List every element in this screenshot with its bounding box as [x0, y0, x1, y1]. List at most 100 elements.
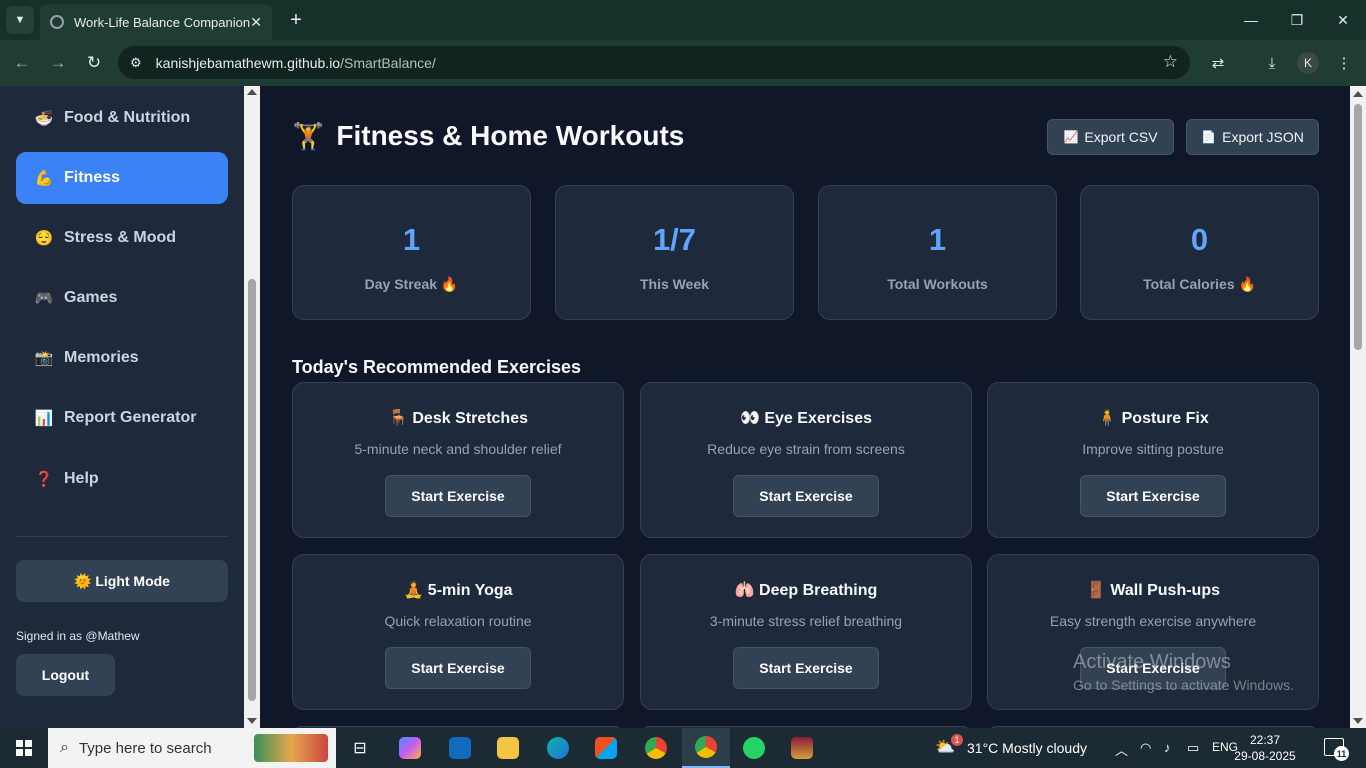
- sidebar-item-report-generator[interactable]: 📊 Report Generator: [16, 392, 228, 444]
- clock[interactable]: 22:37 29-08-2025: [1230, 732, 1300, 764]
- weather-badge: 1: [951, 734, 963, 746]
- sidebar-item-fitness[interactable]: 💪 Fitness: [16, 152, 228, 204]
- exercise-card-eye-exercises: 👀 Eye Exercises Reduce eye strain from s…: [640, 382, 972, 538]
- translate-icon[interactable]: ⇄: [1204, 49, 1232, 77]
- volume-icon[interactable]: ♪: [1164, 740, 1171, 755]
- browser-tab[interactable]: Work-Life Balance Companion ✕: [40, 4, 272, 40]
- file-explorer-icon[interactable]: [484, 728, 532, 768]
- site-info-icon[interactable]: ⚙: [130, 55, 142, 71]
- stat-card-this-week: 1/7 This Week: [555, 185, 794, 320]
- stat-label: Total Calories 🔥: [1143, 276, 1256, 292]
- export-json-label: Export JSON: [1222, 129, 1304, 145]
- main-content: 🏋️ Fitness & Home Workouts 📈 Export CSV …: [260, 86, 1350, 728]
- exercise-card-deep-breathing: 🫁 Deep Breathing 3-minute stress relief …: [640, 554, 972, 710]
- sidebar-item-label: Fitness: [64, 169, 121, 186]
- back-icon[interactable]: ←: [8, 49, 36, 77]
- microsoft-store-icon[interactable]: [582, 728, 630, 768]
- sidebar-item-help[interactable]: ❓ Help: [16, 453, 228, 505]
- exercise-description: 5-minute neck and shoulder relief: [354, 441, 562, 457]
- network-icon[interactable]: ◠: [1140, 740, 1151, 756]
- export-csv-label: Export CSV: [1084, 129, 1158, 145]
- url-host: kanishjebamathewm.github.io: [155, 54, 341, 71]
- sidebar-item-label: Report Generator: [64, 409, 197, 426]
- sidebar-item-label: Stress & Mood: [64, 229, 177, 246]
- chevron-up-icon[interactable]: ︿: [1115, 740, 1128, 759]
- search-placeholder: Type here to search: [78, 739, 212, 757]
- chrome-profile-icon[interactable]: [682, 728, 730, 768]
- address-toolbar: ← → ↻ ⚙ kanishjebamathewm.github.io/Smar…: [0, 40, 1366, 86]
- exercise-card-posture-fix: 🧍 Posture Fix Improve sitting posture St…: [987, 382, 1319, 538]
- edge-icon[interactable]: [534, 728, 582, 768]
- scroll-up-arrow-icon[interactable]: [1353, 91, 1363, 97]
- copilot-icon[interactable]: [386, 728, 434, 768]
- stat-label: Day Streak 🔥: [364, 276, 459, 292]
- clock-time: 22:37: [1249, 733, 1281, 747]
- exercise-title: 👀 Eye Exercises: [739, 410, 872, 427]
- start-exercise-button[interactable]: Start Exercise: [1080, 475, 1226, 517]
- gamepad-icon: 🎮: [34, 290, 54, 307]
- close-icon[interactable]: ✕: [250, 14, 262, 31]
- notification-count-badge: 11: [1334, 746, 1349, 761]
- exercise-title: 🧘 5-min Yoga: [403, 582, 513, 599]
- windows-logo-icon: [16, 740, 32, 756]
- exercise-description: 3-minute stress relief breathing: [709, 613, 903, 629]
- restore-icon[interactable]: ❐: [1274, 0, 1320, 40]
- bar-chart-icon: 📊: [34, 410, 54, 427]
- bookmark-star-icon[interactable]: ☆: [1163, 52, 1178, 72]
- export-json-button[interactable]: 📄 Export JSON: [1186, 119, 1319, 155]
- sidebar-item-games[interactable]: 🎮 Games: [16, 272, 228, 324]
- download-icon[interactable]: ⤓: [1258, 49, 1286, 77]
- stat-value: 0: [1190, 222, 1209, 257]
- windows-start-button[interactable]: [0, 728, 48, 768]
- scroll-down-arrow-icon[interactable]: [247, 718, 257, 724]
- sidebar: 🍜 Food & Nutrition 💪 Fitness 😌 Stress & …: [0, 86, 244, 728]
- url-bar[interactable]: ⚙ kanishjebamathewm.github.io/SmartBalan…: [118, 46, 1190, 79]
- sidebar-item-stress-mood[interactable]: 😌 Stress & Mood: [16, 212, 228, 264]
- export-csv-button[interactable]: 📈 Export CSV: [1047, 119, 1174, 155]
- stat-value: 1/7: [652, 222, 697, 257]
- scrollbar-thumb[interactable]: [248, 279, 256, 701]
- tab-search-icon[interactable]: ▼: [6, 6, 34, 34]
- exercise-description: Reduce eye strain from screens: [707, 441, 905, 457]
- exercise-description: Quick relaxation routine: [384, 613, 532, 629]
- window-close-icon[interactable]: ✕: [1320, 0, 1366, 40]
- minimize-icon[interactable]: —: [1228, 0, 1274, 40]
- page-title-text: Fitness & Home Workouts: [336, 120, 685, 151]
- activation-watermark-title: Activate Windows: [1073, 651, 1231, 673]
- whatsapp-icon[interactable]: [730, 728, 778, 768]
- logout-button[interactable]: Logout: [16, 654, 115, 696]
- winrar-icon[interactable]: [778, 728, 826, 768]
- scrollbar-thumb[interactable]: [1354, 104, 1362, 350]
- sidebar-item-memories[interactable]: 📸 Memories: [16, 332, 228, 384]
- reload-icon[interactable]: ↻: [80, 49, 108, 77]
- start-exercise-button[interactable]: Start Exercise: [385, 647, 531, 689]
- new-tab-button[interactable]: +: [282, 6, 310, 34]
- start-exercise-button[interactable]: Start Exercise: [733, 647, 879, 689]
- battery-icon[interactable]: ▭: [1187, 740, 1199, 756]
- start-exercise-button[interactable]: Start Exercise: [385, 475, 531, 517]
- weather-text[interactable]: 31°C Mostly cloudy: [967, 740, 1087, 756]
- food-icon: 🍜: [34, 110, 54, 127]
- exercise-title: 🧍 Posture Fix: [1097, 410, 1209, 427]
- chrome-icon[interactable]: [632, 728, 680, 768]
- start-exercise-button[interactable]: Start Exercise: [733, 475, 879, 517]
- taskbar-search[interactable]: ⌕ Type here to search: [48, 728, 336, 768]
- task-view-icon[interactable]: ⊟: [336, 728, 384, 768]
- outlook-icon[interactable]: [436, 728, 484, 768]
- stat-card-day-streak: 1 Day Streak 🔥: [292, 185, 531, 320]
- forward-icon[interactable]: →: [44, 49, 72, 77]
- sidebar-item-label: Games: [64, 289, 118, 306]
- menu-dots-icon[interactable]: ⋮: [1330, 49, 1358, 77]
- tab-title: Work-Life Balance Companion: [74, 14, 251, 30]
- light-mode-toggle[interactable]: 🌞 Light Mode: [16, 560, 228, 602]
- exercise-card-desk-stretches: 🪑 Desk Stretches 5-minute neck and shoul…: [292, 382, 624, 538]
- relieved-face-icon: 😌: [34, 230, 54, 247]
- scroll-down-arrow-icon[interactable]: [1353, 718, 1363, 724]
- profile-avatar[interactable]: K: [1297, 52, 1319, 74]
- page-scrollbar[interactable]: [1350, 86, 1366, 728]
- exercise-description: Easy strength exercise anywhere: [1049, 613, 1257, 629]
- document-icon: 📄: [1201, 130, 1217, 144]
- sidebar-item-food[interactable]: 🍜 Food & Nutrition: [16, 92, 228, 144]
- sidebar-scrollbar[interactable]: [244, 86, 260, 728]
- scroll-up-arrow-icon[interactable]: [247, 89, 257, 95]
